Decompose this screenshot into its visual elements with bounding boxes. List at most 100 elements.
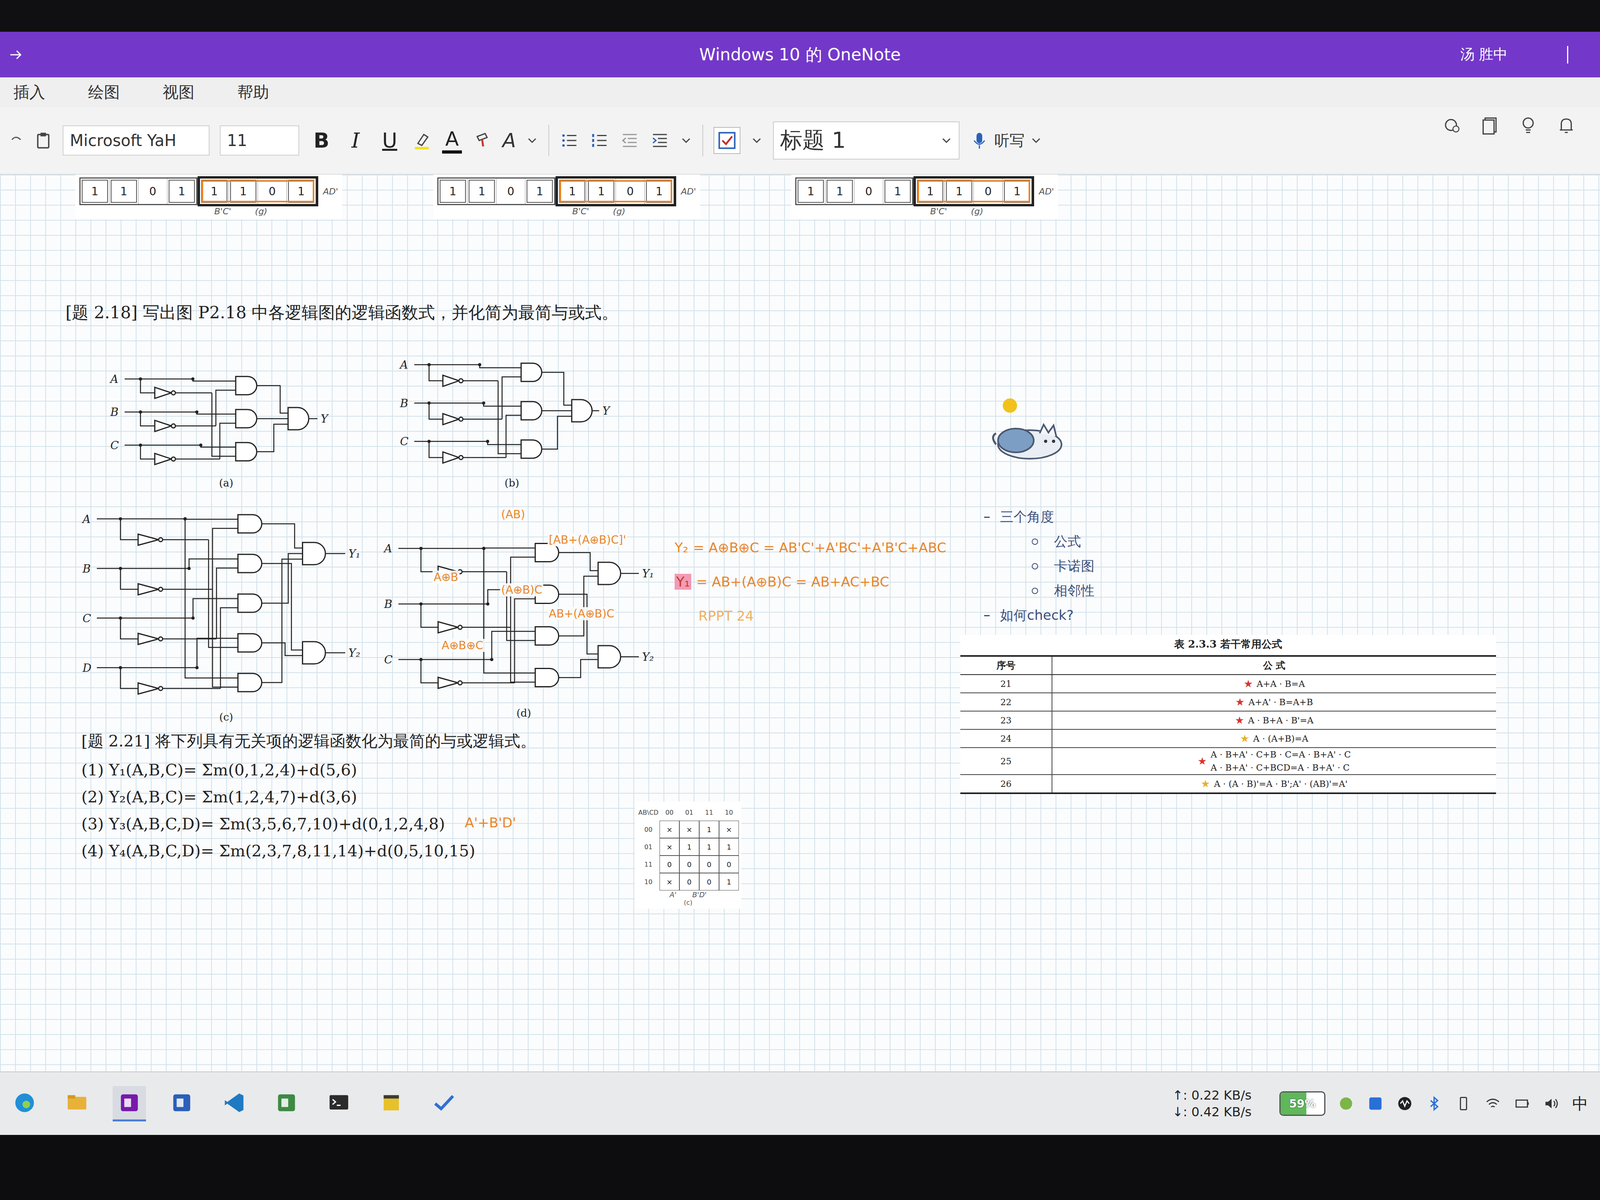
usb-drive-icon[interactable] xyxy=(1454,1094,1473,1113)
wire xyxy=(175,425,216,427)
taskbar-app[interactable] xyxy=(269,1086,304,1122)
lightbulb-icon[interactable] xyxy=(1518,115,1539,135)
taskbar-app[interactable] xyxy=(374,1086,408,1122)
chevron-down-icon[interactable] xyxy=(680,134,693,147)
row-number: 25 xyxy=(960,748,1053,775)
todo-tag-button[interactable] xyxy=(713,126,741,154)
kmap-cell: 0 xyxy=(699,873,720,891)
menu-tab[interactable]: 绘图 xyxy=(86,78,122,106)
taskbar-app[interactable] xyxy=(165,1086,199,1122)
format-button[interactable]: B xyxy=(309,128,334,153)
dictate-button[interactable]: 听写 xyxy=(969,130,1043,151)
input-method[interactable]: 中 xyxy=(1572,1092,1589,1115)
sync-icon[interactable] xyxy=(1442,115,1462,135)
format-painter-icon[interactable] xyxy=(472,130,493,151)
highlighter-icon[interactable] xyxy=(411,130,432,151)
wire xyxy=(414,440,488,443)
back-arrow-icon[interactable] xyxy=(7,46,24,63)
kmap-cell: 1 xyxy=(796,178,826,204)
kmap-group: 1101 xyxy=(437,177,556,206)
kmap-caption: (c) xyxy=(683,898,693,907)
output-label: Y₁ xyxy=(348,547,361,561)
problem-text: (3) Y₃(A,B,C,D)= Σm(3,5,6,7,10)+d(0,1,2,… xyxy=(81,814,445,833)
bullet-list-icon[interactable] xyxy=(559,130,580,151)
menu-tab[interactable]: 视图 xyxy=(161,78,197,106)
bezel xyxy=(0,0,1600,32)
input-label: D xyxy=(82,661,92,675)
chevron-down-icon[interactable] xyxy=(750,134,763,147)
notebook-icon[interactable] xyxy=(1480,115,1500,135)
kmap-labels: A'B'D' xyxy=(669,890,707,899)
formula-lines: A+A · B=A xyxy=(1256,678,1306,689)
formula: A · B+A' · C+BCD=A · B+A' · C xyxy=(1210,762,1351,773)
circuit-schematic: ABCY₁Y₂(d) xyxy=(380,523,667,723)
format-button[interactable]: I xyxy=(343,128,368,153)
table-row: 23 ★ A · B+A · B'=A xyxy=(960,711,1497,730)
numbered-list-icon[interactable] xyxy=(589,130,610,151)
and-gate xyxy=(235,376,257,395)
wire xyxy=(483,403,522,407)
handwritten-note: A⊕B⊕C xyxy=(440,638,485,652)
kmap-cell: 1 xyxy=(525,178,555,204)
todo-checkbox-icon xyxy=(716,130,738,151)
bell-icon[interactable] xyxy=(1556,115,1577,135)
menu-tab[interactable]: 帮助 xyxy=(235,78,271,106)
audio-wave-icon[interactable] xyxy=(1396,1094,1414,1113)
taskbar-app[interactable] xyxy=(60,1086,94,1122)
taskbar-app[interactable] xyxy=(426,1086,461,1122)
and-gate xyxy=(238,514,262,533)
kmap-group-highlighted: 1101 xyxy=(197,176,319,207)
outdent-icon[interactable] xyxy=(619,130,640,151)
bluetooth-icon[interactable] xyxy=(1425,1094,1443,1113)
user-name[interactable]: 汤 胜中 xyxy=(1460,44,1508,65)
wire xyxy=(140,378,155,393)
page-canvas[interactable]: 1101 1101 AD' B'C' (g)1101 1101 AD' B'C'… xyxy=(0,174,1600,1072)
font-color-button[interactable]: A xyxy=(442,127,462,154)
kmap-cell: 1 xyxy=(438,178,468,204)
outline-item: 卡诺图 xyxy=(984,557,1095,576)
problem-item: (1) Y₁(A,B,C)= Σm(0,1,2,4)+d(5,6) xyxy=(81,760,537,779)
chevron-down-icon[interactable] xyxy=(526,134,539,147)
taskbar-app[interactable] xyxy=(112,1086,147,1122)
kmap-cell: 0 xyxy=(854,178,884,204)
undo-icon[interactable] xyxy=(7,132,24,149)
power-icon[interactable] xyxy=(1513,1094,1531,1113)
indent-icon[interactable] xyxy=(650,130,670,151)
taskbar-app[interactable] xyxy=(217,1086,251,1122)
volume-icon[interactable] xyxy=(1542,1094,1561,1113)
clear-format-button[interactable]: A xyxy=(502,128,516,152)
battery-indicator[interactable]: 59% xyxy=(1279,1091,1326,1116)
sticky-icon xyxy=(378,1090,404,1116)
wire xyxy=(184,519,238,520)
shield-icon[interactable] xyxy=(1366,1094,1385,1113)
kmap-label: AD' xyxy=(323,186,339,197)
style-dropdown[interactable]: 标题 1 xyxy=(773,121,960,160)
font-family-field[interactable]: Microsoft YaH xyxy=(62,125,210,156)
input-label: C xyxy=(110,438,119,452)
kmap-label: A' xyxy=(669,890,677,899)
logic-diagram: ABCY(b) xyxy=(396,345,627,494)
wire xyxy=(211,392,236,457)
wire xyxy=(120,618,139,640)
junction-dot xyxy=(119,616,123,620)
wire xyxy=(196,411,236,414)
taskbar-app[interactable] xyxy=(7,1086,42,1122)
kmap-cell: 0 xyxy=(659,855,680,874)
taskbar-app[interactable] xyxy=(322,1086,356,1122)
window-title: Windows 10 的 OneNote xyxy=(0,43,1600,66)
menu-tab[interactable]: 插入 xyxy=(11,78,47,106)
font-size-field[interactable]: 11 xyxy=(219,125,300,156)
kmap-cell: 1 xyxy=(679,838,700,856)
and-gate xyxy=(535,626,559,646)
kmap-row: 1101 1101 AD' xyxy=(79,176,339,207)
circuit-schematic: ABCY(b) xyxy=(396,345,627,493)
format-button[interactable]: U xyxy=(377,128,402,153)
clipboard-icon[interactable] xyxy=(34,131,53,150)
wifi-icon[interactable] xyxy=(1484,1094,1502,1113)
kmap-label: AD' xyxy=(1038,186,1054,197)
app-icon[interactable] xyxy=(1337,1094,1355,1113)
inverter-gate xyxy=(442,375,460,387)
output-gate xyxy=(302,542,326,565)
kmap-image: 1101 1101 AD' B'C' (g) xyxy=(433,174,700,220)
inverter-bubble xyxy=(171,457,176,462)
